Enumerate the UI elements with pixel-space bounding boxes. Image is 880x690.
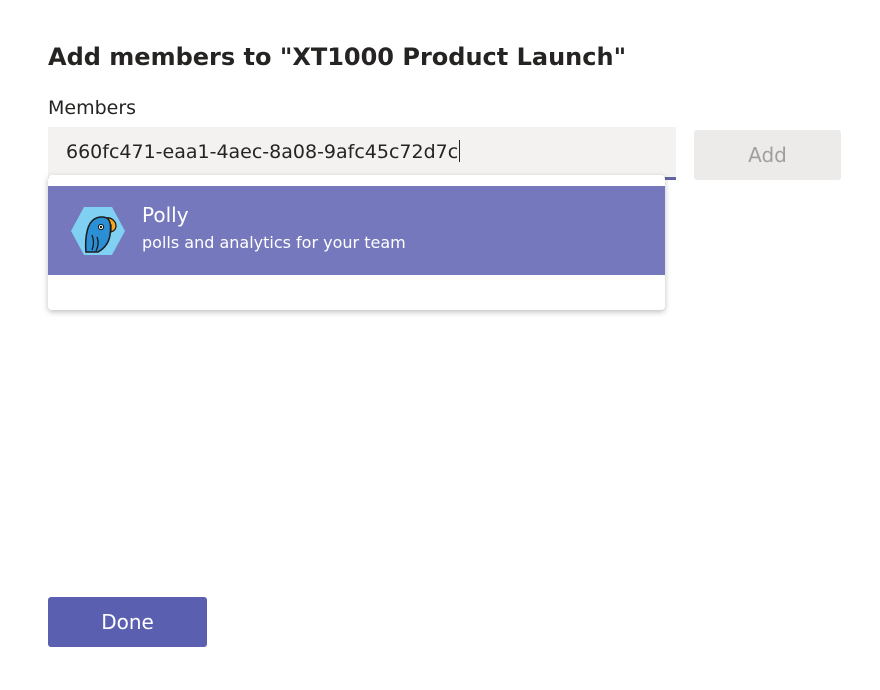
suggestion-name: Polly [142, 203, 189, 227]
suggestions-dropdown: Polly polls and analytics for your team [48, 175, 665, 310]
members-search-field[interactable]: 660fc471-eaa1-4aec-8a08-9afc45c72d7c [48, 127, 676, 180]
add-button[interactable]: Add [694, 130, 841, 180]
done-button[interactable]: Done [48, 597, 207, 647]
suggestion-item-polly[interactable]: Polly polls and analytics for your team [48, 186, 665, 275]
polly-parrot-icon [71, 207, 125, 255]
members-label: Members [48, 97, 137, 119]
search-input-text: 660fc471-eaa1-4aec-8a08-9afc45c72d7c [66, 141, 459, 163]
suggestion-description: polls and analytics for your team [142, 233, 406, 252]
text-caret [459, 140, 461, 162]
dialog-title: Add members to "XT1000 Product Launch" [48, 43, 627, 71]
members-search-input[interactable]: 660fc471-eaa1-4aec-8a08-9afc45c72d7c [66, 139, 461, 165]
